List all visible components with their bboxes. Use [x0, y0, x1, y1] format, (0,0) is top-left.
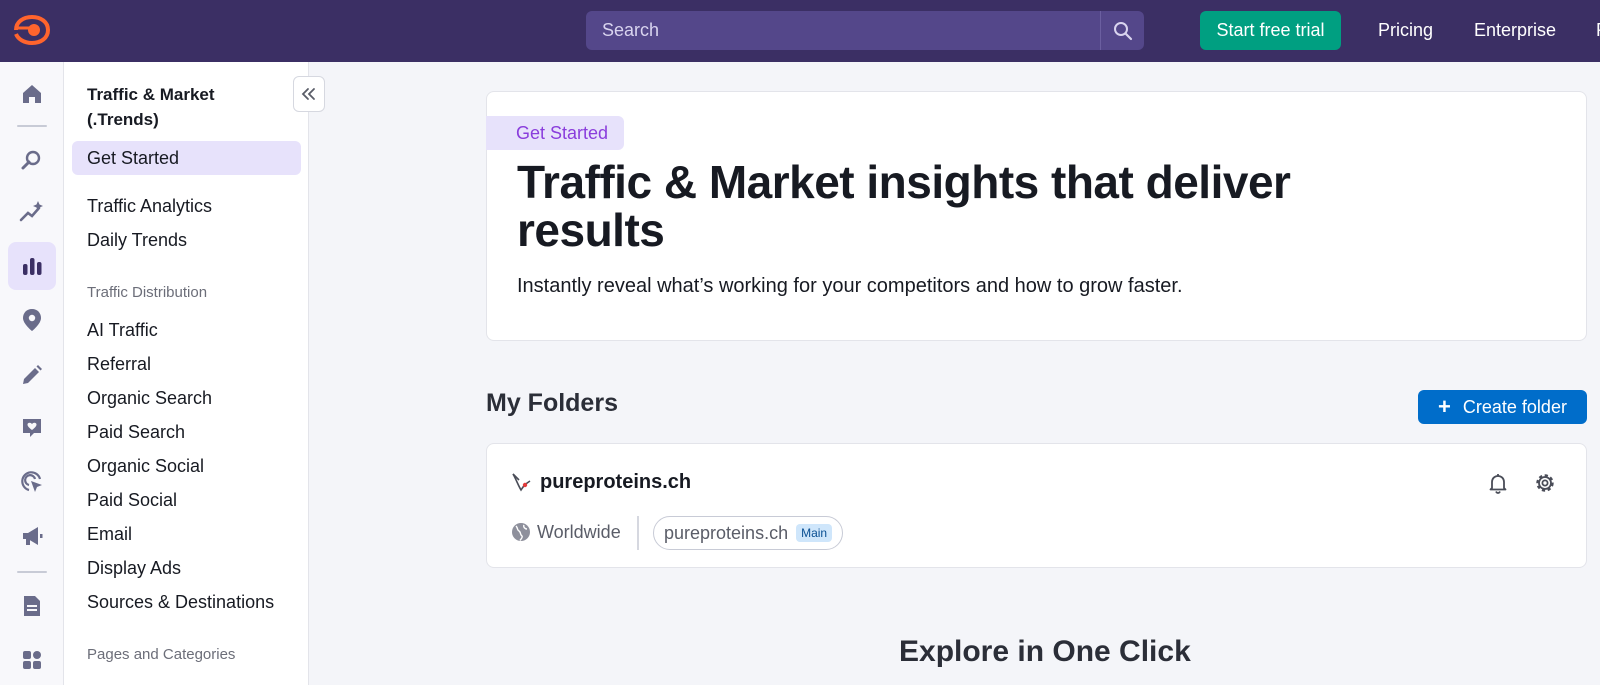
sidebar-item-organic-search[interactable]: Organic Search	[72, 381, 301, 415]
rail-divider	[17, 571, 47, 573]
search-icon	[1113, 21, 1132, 40]
search-button[interactable]	[1100, 11, 1144, 50]
search-input[interactable]	[586, 11, 1100, 50]
report-document-icon[interactable]	[8, 582, 56, 630]
create-folder-button[interactable]: + Create folder	[1418, 390, 1587, 424]
divider	[637, 516, 639, 550]
double-chevron-left-icon	[301, 88, 315, 100]
top-bar: Start free trial Pricing Enterprise R	[0, 0, 1600, 62]
sidebar-item-paid-social[interactable]: Paid Social	[72, 483, 301, 517]
section-heading-traffic-distribution: Traffic Distribution	[87, 284, 208, 301]
folder-name[interactable]: pureproteins.ch	[540, 471, 691, 494]
section-heading-pages-categories: Pages and Categories	[87, 646, 236, 663]
domain-chip[interactable]: pureproteins.ch Main	[653, 516, 844, 550]
ai-sparkle-icon[interactable]	[8, 188, 56, 236]
sidebar-item-traffic-analytics[interactable]: Traffic Analytics	[72, 189, 301, 223]
tool-rail	[0, 62, 64, 685]
create-folder-label: Create folder	[1462, 396, 1567, 417]
main-badge: Main	[796, 524, 833, 542]
pricing-link[interactable]: Pricing	[1378, 20, 1433, 41]
sidebar-title: Traffic & Market (.Trends)	[87, 85, 215, 129]
seo-icon[interactable]	[8, 136, 56, 184]
sidebar-subnav: Traffic & Market (.Trends) Get Started T…	[64, 62, 325, 685]
start-free-trial-button[interactable]: Start free trial	[1200, 11, 1341, 50]
sidebar-item-ai-traffic[interactable]: AI Traffic	[72, 313, 301, 347]
site-favicon-icon	[510, 471, 532, 493]
cursor-target-icon[interactable]	[8, 458, 56, 506]
sidebar-item-organic-social[interactable]: Organic Social	[72, 449, 301, 483]
hero-subtitle: Instantly reveal what’s working for your…	[517, 275, 1183, 297]
sidebar-item-email[interactable]: Email	[72, 517, 301, 551]
location-pin-icon[interactable]	[8, 296, 56, 344]
sidebar-item-paid-search[interactable]: Paid Search	[72, 415, 301, 449]
search-bar	[586, 11, 1144, 50]
sidebar-item-sources-destinations[interactable]: Sources & Destinations	[72, 585, 301, 619]
domain-chip-label: pureproteins.ch	[664, 522, 789, 543]
collapse-sidebar-button[interactable]	[293, 76, 325, 112]
bar-chart-icon[interactable]	[8, 242, 56, 290]
megaphone-icon[interactable]	[8, 512, 56, 560]
bell-icon[interactable]	[1486, 471, 1510, 495]
plus-icon: +	[1438, 394, 1451, 419]
my-folders-heading: My Folders	[486, 389, 618, 417]
heart-message-icon[interactable]	[8, 404, 56, 452]
gear-icon[interactable]	[1533, 471, 1557, 495]
sidebar-item-get-started[interactable]: Get Started	[72, 141, 301, 175]
sidebar-item-referral[interactable]: Referral	[72, 347, 301, 381]
globe-icon	[511, 522, 531, 542]
sidebar-item-daily-trends[interactable]: Daily Trends	[72, 223, 301, 257]
semrush-logo-icon[interactable]	[14, 14, 50, 46]
apps-grid-icon[interactable]	[8, 636, 56, 684]
truncated-nav-link[interactable]: R	[1596, 20, 1600, 41]
pencil-icon[interactable]	[8, 350, 56, 398]
folder-card: pureproteins.ch Worldwide pureproteins.c…	[486, 443, 1587, 568]
hero-title: Traffic & Market insights that deliver r…	[517, 156, 1291, 256]
folder-region: Worldwide	[537, 522, 621, 542]
rail-divider	[17, 125, 47, 127]
home-icon[interactable]	[8, 70, 56, 118]
enterprise-link[interactable]: Enterprise	[1474, 20, 1556, 41]
sidebar-item-display-ads[interactable]: Display Ads	[72, 551, 301, 585]
hero-card: Get Started Traffic & Market insights th…	[486, 91, 1587, 341]
explore-heading: Explore in One Click	[899, 635, 1191, 668]
get-started-badge: Get Started	[486, 116, 624, 150]
